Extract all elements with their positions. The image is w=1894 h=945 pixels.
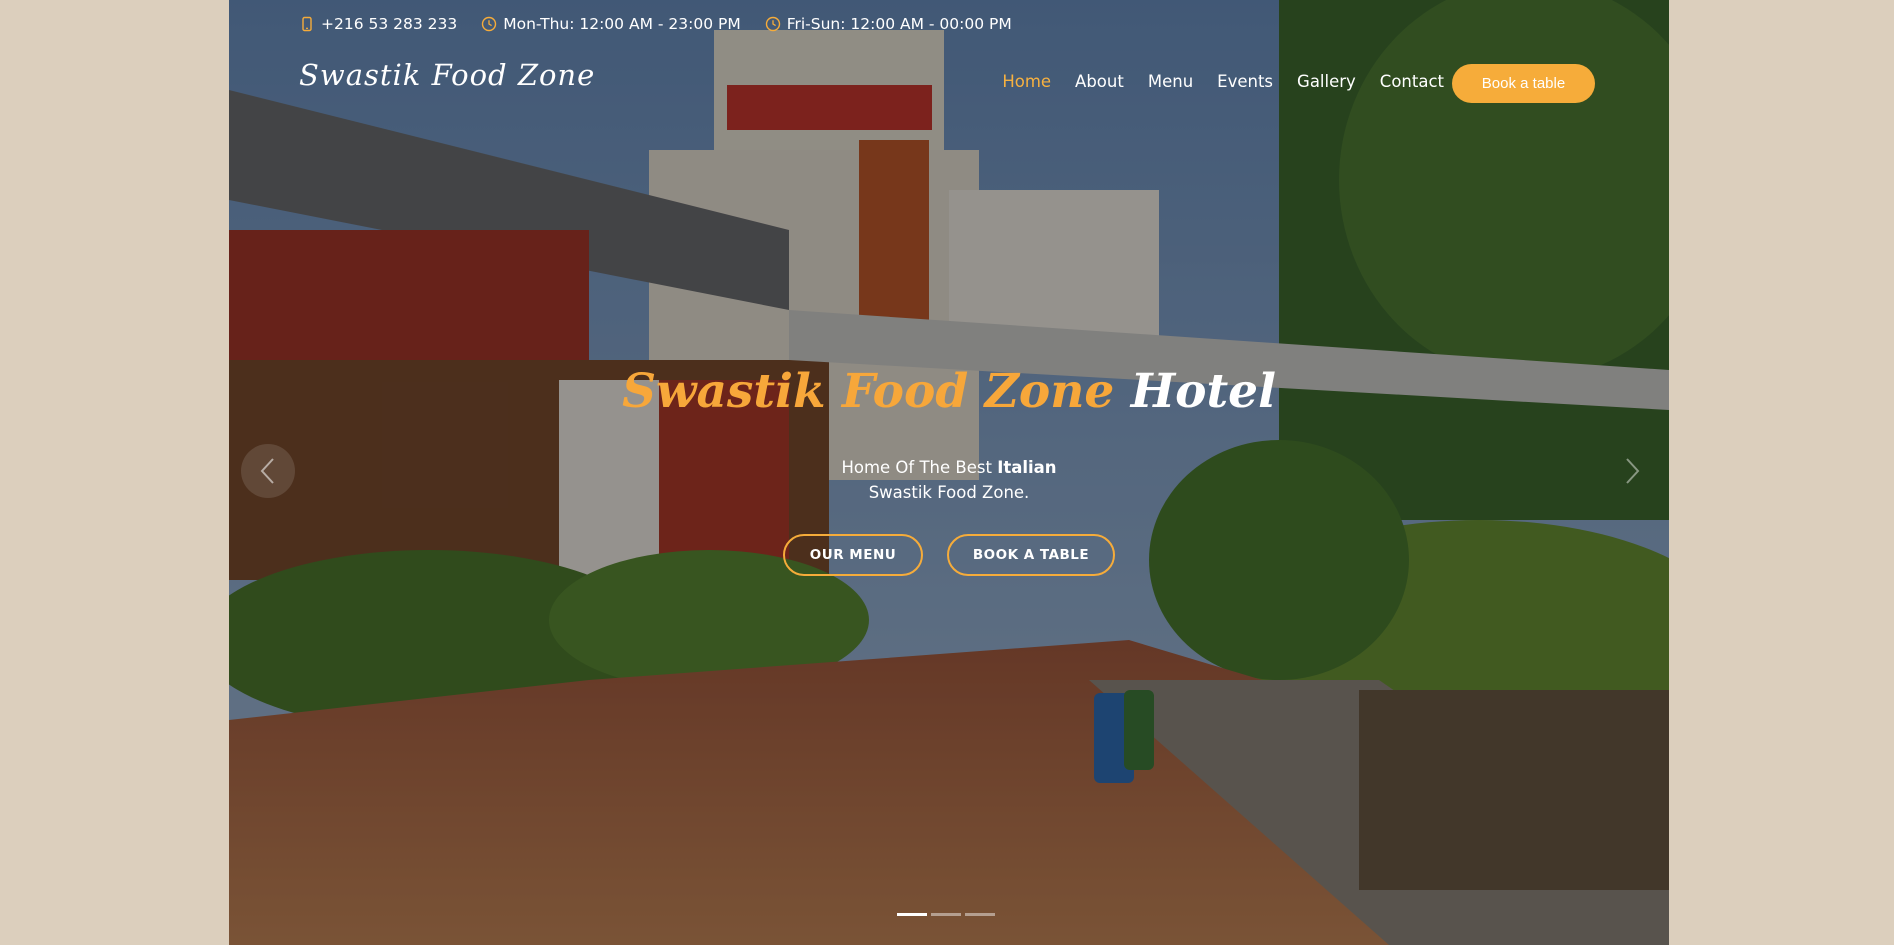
chevron-left-icon — [260, 458, 274, 484]
phone-number: +216 53 283 233 — [321, 15, 458, 33]
weekend-hours: Fri-Sun: 12:00 AM - 00:00 PM — [786, 15, 1012, 33]
hero-title: Swastik Food Zone Hotel — [229, 364, 1669, 419]
hero-buttons: OUR MENU BOOK A TABLE — [783, 534, 1115, 576]
nav-item-events[interactable]: Events — [1217, 72, 1273, 91]
top-info-bar: +216 53 283 233 Mon-Thu: 12:00 AM - 23:0… — [299, 12, 1036, 36]
hero-subtitle-line2: Swastik Food Zone. — [868, 483, 1030, 502]
hero-section: +216 53 283 233 Mon-Thu: 12:00 AM - 23:0… — [229, 0, 1669, 945]
weekday-hours: Mon-Thu: 12:00 AM - 23:00 PM — [503, 15, 741, 33]
hero-subtitle: Home Of The Best Italian Swastik Food Zo… — [229, 455, 1669, 505]
nav-item-home[interactable]: Home — [1002, 72, 1051, 91]
hero-title-accent: Swastik Food Zone — [622, 364, 1115, 419]
carousel-indicator-2[interactable] — [931, 913, 961, 916]
clock-icon — [481, 16, 497, 32]
phone-info: +216 53 283 233 — [299, 15, 457, 33]
nav-item-gallery[interactable]: Gallery — [1297, 72, 1356, 91]
hero-subtitle-bold: Italian — [997, 458, 1057, 477]
hero-subtitle-prefix: Home Of The Best — [841, 458, 992, 477]
clock-icon — [765, 16, 781, 32]
weekday-hours-info: Mon-Thu: 12:00 AM - 23:00 PM — [481, 15, 741, 33]
carousel-next-button[interactable] — [1605, 444, 1659, 498]
phone-icon — [299, 16, 315, 32]
site-logo[interactable]: Swastik Food Zone — [299, 58, 595, 92]
nav-item-menu[interactable]: Menu — [1148, 72, 1193, 91]
main-navigation: Home About Menu Events Gallery Contact — [978, 72, 1444, 91]
nav-item-about[interactable]: About — [1075, 72, 1124, 91]
book-a-table-button[interactable]: BOOK A TABLE — [947, 534, 1115, 576]
book-table-button[interactable]: Book a table — [1452, 64, 1595, 103]
carousel-prev-button[interactable] — [241, 444, 295, 498]
carousel-indicator-1[interactable] — [897, 913, 927, 916]
carousel-indicators — [897, 913, 999, 916]
carousel-indicator-3[interactable] — [965, 913, 995, 916]
weekend-hours-info: Fri-Sun: 12:00 AM - 00:00 PM — [765, 15, 1012, 33]
chevron-right-icon — [1626, 458, 1640, 484]
our-menu-button[interactable]: OUR MENU — [783, 534, 923, 576]
hero-title-plain: Hotel — [1130, 364, 1276, 419]
nav-item-contact[interactable]: Contact — [1380, 72, 1444, 91]
